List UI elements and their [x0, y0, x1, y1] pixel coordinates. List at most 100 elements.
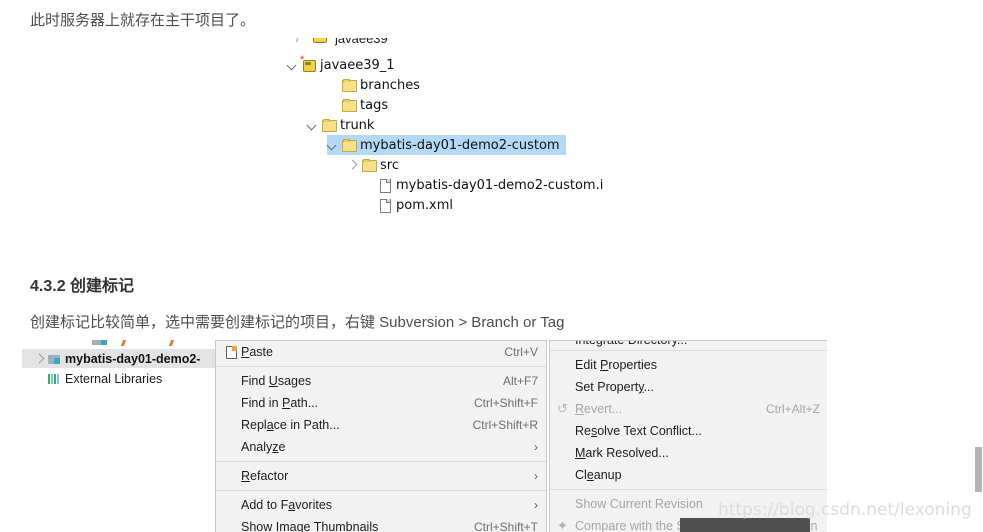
- menu-icon-placeholder: [223, 469, 241, 483]
- editor-context-menu[interactable]: Paste Ctrl+V Find Usages Alt+F7 Find in …: [215, 340, 547, 532]
- modified-marker-icon: *: [300, 54, 305, 66]
- menu-item-label: Set Property...: [575, 380, 654, 394]
- module-icon: [48, 353, 61, 365]
- ide-project-tree: mybatis-day01-demo2- External Libraries: [22, 340, 230, 532]
- repo-node-label: branches: [360, 77, 420, 93]
- menu-item-label: Mark Resolved...: [575, 446, 669, 460]
- menu-item-shortcut: Ctrl+Shift+R: [472, 418, 538, 432]
- chevron-right-icon[interactable]: [34, 353, 46, 365]
- menu-item-label: Integrate Directory...: [575, 340, 688, 347]
- svn-repository-tree-figure: › javaee39 * javaee39_1 branches tags tr…: [285, 38, 685, 220]
- menu-item-cleanup[interactable]: Cleanup: [550, 464, 827, 486]
- chevron-down-icon[interactable]: [327, 139, 339, 151]
- menu-item-shortcut: Ctrl+Shift+F: [473, 396, 538, 410]
- menu-separator: [216, 490, 546, 491]
- repo-node-label: pom.xml: [396, 197, 453, 213]
- folder-icon: [362, 159, 377, 172]
- menu-icon-placeholder: [557, 380, 575, 394]
- chevron-down-icon[interactable]: [287, 59, 299, 71]
- menu-item-find-in-path[interactable]: Find in Path... Ctrl+Shift+F: [216, 392, 546, 414]
- repo-node-tags[interactable]: tags: [327, 95, 388, 115]
- ide-tree-row-label: mybatis-day01-demo2-: [65, 351, 201, 366]
- menu-separator: [216, 461, 546, 462]
- menu-item-replace-in-path[interactable]: Replace in Path... Ctrl+Shift+R: [216, 414, 546, 436]
- expander-placeholder-icon: [363, 179, 375, 191]
- submenu-arrow-icon: ›: [534, 498, 538, 512]
- menu-item-integrate-directory[interactable]: Integrate Directory...: [550, 340, 827, 347]
- menu-item-shortcut: Ctrl+Alt+Z: [765, 402, 820, 416]
- menu-item-label: Show Image Thumbnails: [241, 520, 379, 532]
- menu-item-label: Replace in Path...: [241, 418, 340, 432]
- menu-item-shortcut: Alt+F7: [502, 374, 538, 388]
- menu-separator: [216, 366, 546, 367]
- menu-icon-placeholder: [557, 358, 575, 372]
- expander-placeholder-icon: [363, 199, 375, 211]
- menu-icon-placeholder: [223, 374, 241, 388]
- ide-tree-row-external-libraries[interactable]: External Libraries: [22, 369, 162, 388]
- menu-icon-placeholder: [557, 446, 575, 460]
- section-heading: 4.3.2 创建标记: [30, 278, 135, 295]
- ide-tree-row-label: External Libraries: [65, 371, 163, 386]
- revert-icon: ↺: [557, 401, 568, 416]
- menu-item-shortcut: Ctrl+V: [504, 345, 538, 359]
- menu-item-label: Analyze: [241, 440, 286, 454]
- chevron-down-icon[interactable]: [307, 119, 319, 131]
- menu-item-add-to-favorites[interactable]: Add to Favorites ›: [216, 494, 546, 516]
- ide-tree-row-module[interactable]: mybatis-day01-demo2-: [22, 349, 230, 368]
- tooltip-overlay: [680, 518, 810, 532]
- file-icon: [378, 199, 392, 213]
- repo-node-mybatis-day01-demo2-custom[interactable]: mybatis-day01-demo2-custom: [327, 135, 566, 155]
- repo-node-pom-xml[interactable]: pom.xml: [363, 195, 453, 215]
- menu-item-edit-properties[interactable]: Edit Properties: [550, 354, 827, 376]
- paste-icon: [223, 345, 241, 359]
- repo-node-label: mybatis-day01-demo2-custom.i: [396, 177, 604, 193]
- expander-placeholder-icon: [34, 373, 46, 385]
- repo-node-label: trunk: [340, 117, 375, 133]
- menu-item-label: Cleanup: [575, 468, 622, 482]
- menu-icon-placeholder: [557, 424, 575, 438]
- menu-icon-placeholder: [223, 418, 241, 432]
- menu-item-set-property[interactable]: Set Property...: [550, 376, 827, 398]
- menu-item-paste[interactable]: Paste Ctrl+V: [216, 341, 546, 363]
- menu-icon-placeholder: [223, 520, 241, 532]
- chevron-right-icon[interactable]: [347, 159, 359, 171]
- menu-item-resolve-text-conflict[interactable]: Resolve Text Conflict...: [550, 420, 827, 442]
- menu-item-label: Paste: [241, 345, 273, 359]
- repo-node-iml-file[interactable]: mybatis-day01-demo2-custom.i: [363, 175, 603, 195]
- menu-item-label: Resolve Text Conflict...: [575, 424, 702, 438]
- menu-separator: [550, 350, 827, 351]
- ide-screenshot-figure: mybatis-day01-demo2- External Libraries …: [22, 340, 827, 532]
- menu-item-label: Find Usages: [241, 374, 312, 388]
- menu-item-analyze[interactable]: Analyze ›: [216, 436, 546, 458]
- file-icon: [378, 179, 392, 193]
- submenu-arrow-icon: ›: [534, 440, 538, 454]
- menu-icon-placeholder: [557, 341, 575, 347]
- repo-node-javaee39_1[interactable]: * javaee39_1: [287, 55, 395, 75]
- menu-icon-placeholder: [557, 497, 575, 511]
- menu-item-label: Find in Path...: [241, 396, 319, 410]
- expander-placeholder-icon: [327, 79, 339, 91]
- libraries-icon: [48, 373, 61, 385]
- menu-item-find-usages[interactable]: Find Usages Alt+F7: [216, 370, 546, 392]
- menu-icon-placeholder: [223, 396, 241, 410]
- folder-icon: [342, 99, 357, 112]
- page-scrollbar[interactable]: [973, 0, 983, 532]
- repo-node-branches[interactable]: branches: [327, 75, 420, 95]
- menu-item-show-image-thumbnails[interactable]: Show Image Thumbnails Ctrl+Shift+T: [216, 516, 546, 532]
- article-page: 此时服务器上就存在主干项目了。 › javaee39 * javaee39_1 …: [0, 0, 983, 532]
- repo-node-trunk[interactable]: trunk: [307, 115, 374, 135]
- expander-placeholder-icon: [327, 99, 339, 111]
- folder-icon: [322, 119, 337, 132]
- folder-icon: [342, 79, 357, 92]
- compare-icon: ✦: [557, 518, 568, 532]
- repo-tree-clipped-row: › javaee39: [287, 38, 407, 46]
- menu-item-label: Revert...: [575, 402, 623, 416]
- menu-item-mark-resolved[interactable]: Mark Resolved...: [550, 442, 827, 464]
- repo-node-label: tags: [360, 97, 389, 113]
- repo-node-src[interactable]: src: [347, 155, 399, 175]
- menu-item-refactor[interactable]: Refactor ›: [216, 465, 546, 487]
- folder-icon: [342, 139, 357, 152]
- menu-item-shortcut: Ctrl+Shift+T: [473, 520, 538, 532]
- intro-paragraph: 此时服务器上就存在主干项目了。: [30, 12, 256, 29]
- page-scrollbar-thumb[interactable]: [975, 447, 982, 492]
